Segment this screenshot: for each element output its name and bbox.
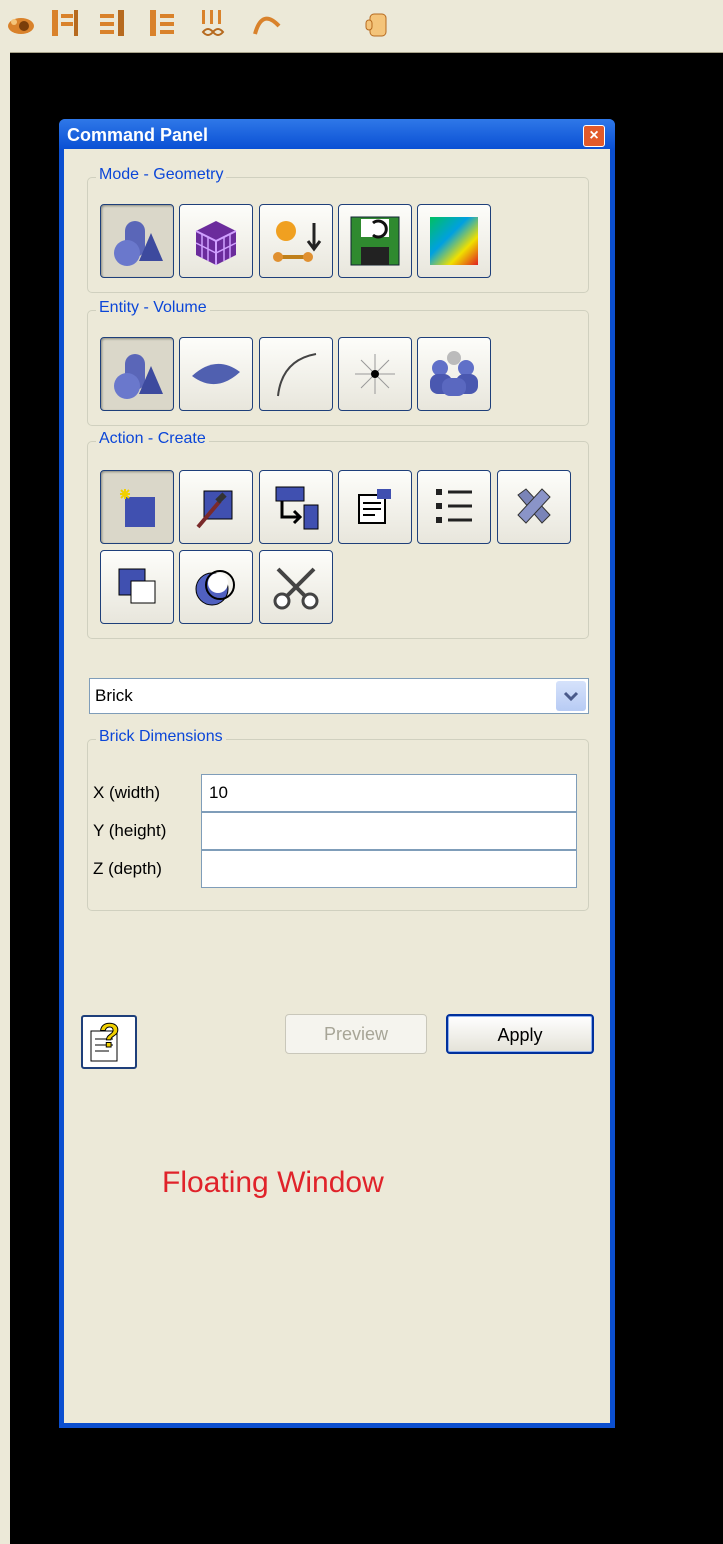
create-icon xyxy=(120,489,155,527)
scissors-icon xyxy=(273,567,319,610)
y-height-label: Y (height) xyxy=(93,821,167,840)
boundary-conditions-mode-button[interactable] xyxy=(259,204,333,278)
export-mode-button[interactable] xyxy=(338,204,412,278)
analysis-mode-button[interactable] xyxy=(417,204,491,278)
geometry-icon xyxy=(114,221,163,266)
help-button[interactable]: ? xyxy=(81,1015,137,1069)
chevron-down-icon[interactable] xyxy=(556,681,586,711)
floating-window-annotation: Floating Window xyxy=(162,1166,384,1199)
transform-action-button[interactable] xyxy=(259,470,333,544)
preview-button[interactable]: Preview xyxy=(285,1014,427,1054)
create-action-button[interactable] xyxy=(100,470,174,544)
x-width-input[interactable]: 10 xyxy=(201,774,577,812)
mode-legend: Mode - Geometry xyxy=(96,166,227,184)
geometry-mode-button[interactable] xyxy=(100,204,174,278)
mesh-mode-button[interactable] xyxy=(179,204,253,278)
curve-entity-button[interactable] xyxy=(259,337,333,411)
svg-text:?: ? xyxy=(99,1017,120,1055)
mesh-cube-icon xyxy=(195,221,237,265)
z-depth-label: Z (depth) xyxy=(93,859,162,878)
floppy-disk-icon xyxy=(350,216,400,266)
imprint-action-button[interactable] xyxy=(100,550,174,624)
contour-plot-icon xyxy=(430,217,478,265)
shape-select[interactable]: Brick xyxy=(89,678,589,714)
panel-left-icon[interactable] xyxy=(50,6,80,40)
volume-entity-button[interactable] xyxy=(100,337,174,411)
list-icon xyxy=(436,489,472,523)
apply-button[interactable]: Apply xyxy=(446,1014,594,1054)
window-title: Command Panel xyxy=(67,125,209,145)
eye-icon[interactable] xyxy=(6,6,36,40)
close-button[interactable]: × xyxy=(583,125,605,147)
merge-icon xyxy=(195,570,235,606)
y-height-input[interactable] xyxy=(201,812,577,850)
delete-action-button[interactable] xyxy=(497,470,571,544)
curve-icon xyxy=(277,353,317,397)
surface-entity-button[interactable] xyxy=(179,337,253,411)
modify-icon xyxy=(196,490,233,529)
surface-icon xyxy=(192,363,240,385)
shape-select-value: Brick xyxy=(95,686,133,705)
action-legend: Action - Create xyxy=(96,430,209,448)
delete-icon xyxy=(517,488,551,524)
command-panel-window[interactable]: Command Panel × Mode - Geometry Entity -… xyxy=(59,119,615,1428)
grid-infinity-icon[interactable] xyxy=(198,6,228,40)
properties-icon xyxy=(358,489,391,524)
panel-right-icon[interactable] xyxy=(96,6,126,40)
mode-group: Mode - Geometry xyxy=(87,166,589,293)
properties-action-button[interactable] xyxy=(338,470,412,544)
action-group: Action - Create xyxy=(87,430,589,639)
entity-group: Entity - Volume xyxy=(87,299,589,426)
modify-action-button[interactable] xyxy=(179,470,253,544)
app-toolbar xyxy=(0,0,723,53)
vertex-icon xyxy=(355,354,395,394)
left-edge xyxy=(0,52,10,1544)
decompose-action-button[interactable] xyxy=(259,550,333,624)
merge-action-button[interactable] xyxy=(179,550,253,624)
panel-split-icon[interactable] xyxy=(148,6,178,40)
boundary-conditions-icon xyxy=(273,221,322,262)
imprint-icon xyxy=(118,568,156,604)
title-bar[interactable]: Command Panel × xyxy=(59,119,615,149)
curve-icon[interactable] xyxy=(252,6,282,40)
z-depth-input[interactable] xyxy=(201,850,577,888)
group-entity-button[interactable] xyxy=(417,337,491,411)
x-width-label: X (width) xyxy=(93,783,161,802)
entity-legend: Entity - Volume xyxy=(96,299,210,317)
help-icon: ? xyxy=(90,1017,120,1062)
transform-icon xyxy=(275,486,319,530)
brick-dimensions-legend: Brick Dimensions xyxy=(96,728,226,746)
volume-icon xyxy=(114,354,163,399)
command-panel-body: Mode - Geometry Entity - Volume Action -… xyxy=(64,149,610,1423)
hand-icon[interactable] xyxy=(362,6,392,40)
list-action-button[interactable] xyxy=(417,470,491,544)
vertex-entity-button[interactable] xyxy=(338,337,412,411)
group-icon xyxy=(430,351,478,396)
